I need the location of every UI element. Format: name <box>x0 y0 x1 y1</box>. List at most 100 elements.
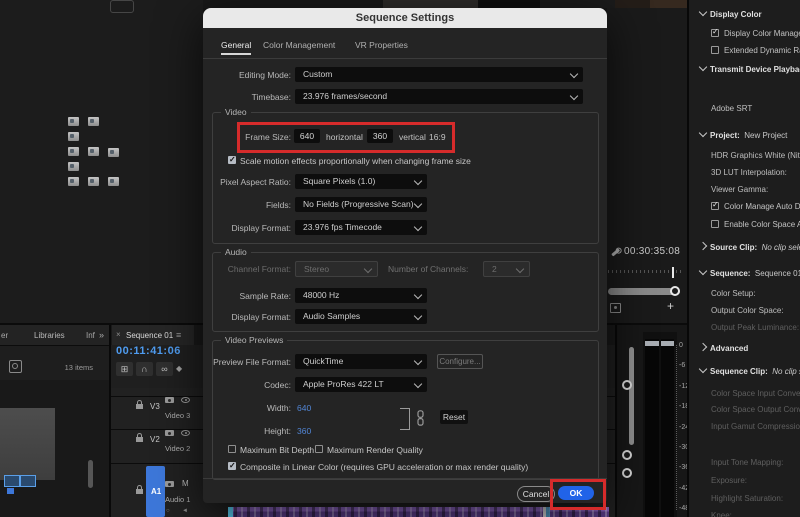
section-value: No clip selected <box>757 243 800 252</box>
unchecked-checkbox[interactable] <box>711 220 719 228</box>
tab-color-management[interactable]: Color Management <box>263 40 335 50</box>
section-label: Display Color <box>710 10 762 19</box>
composite-linear-checkbox[interactable] <box>228 462 236 470</box>
export-frame-icon[interactable] <box>610 303 621 313</box>
nest-toggle-icon[interactable]: ⊞ <box>116 362 133 376</box>
track-mute-button[interactable]: M <box>182 479 189 488</box>
add-button[interactable]: + <box>667 299 674 313</box>
bin-item-icon[interactable] <box>68 147 79 156</box>
codec-dropdown[interactable]: Apple ProRes 422 LT <box>295 377 427 392</box>
panel-close-icon[interactable]: × <box>116 330 121 339</box>
tab-truncated[interactable]: er <box>1 331 8 340</box>
source-patch-icon[interactable] <box>165 481 174 487</box>
track-name[interactable]: Audio 1 <box>165 495 190 504</box>
panel-overflow-chevrons[interactable]: » <box>99 330 104 340</box>
premiere-pro-window: er Libraries Inf » 13 items × Sequence 0… <box>0 0 800 517</box>
panel-menu-icon[interactable]: ≡ <box>176 330 181 340</box>
video-display-format-dropdown[interactable]: 23.976 fps Timecode <box>295 220 427 235</box>
section-value: No clip selected <box>768 367 800 376</box>
section-header-advanced[interactable]: Advanced <box>700 344 748 353</box>
section-header-display-color[interactable]: Display Color <box>700 10 762 19</box>
max-bit-depth-checkbox[interactable] <box>228 445 236 453</box>
unchecked-checkbox[interactable] <box>711 46 719 54</box>
track-visibility-icon[interactable] <box>181 430 190 436</box>
bin-item-icon[interactable] <box>108 177 119 186</box>
track-name[interactable]: Video 3 <box>165 411 190 420</box>
timebase-value: 23.976 frames/second <box>303 91 387 101</box>
track-id[interactable]: V2 <box>150 435 160 444</box>
preview-file-format-dropdown[interactable]: QuickTime <box>295 354 427 369</box>
track-lock-icon[interactable] <box>136 489 143 494</box>
bin-item-icon[interactable] <box>88 117 99 126</box>
width-value[interactable]: 640 <box>297 403 311 413</box>
audio-display-format-dropdown[interactable]: Audio Samples <box>295 309 427 324</box>
filter-bin-icon[interactable] <box>9 360 22 373</box>
section-header-project[interactable]: Project: New Project <box>700 131 787 140</box>
track-lock-icon[interactable] <box>136 404 143 409</box>
scrollbar[interactable] <box>88 460 93 488</box>
section-header-source-clip[interactable]: Source Clip: No clip selected <box>700 243 800 252</box>
bin-item-icon[interactable] <box>108 148 119 157</box>
section-header-sequence[interactable]: Sequence: Sequence 01 <box>700 269 800 278</box>
source-patch-icon[interactable] <box>165 430 174 436</box>
tab-libraries[interactable]: Libraries <box>34 331 65 340</box>
zoom-scrollbar-handle[interactable] <box>670 286 680 296</box>
link-toggle-icon[interactable] <box>416 410 425 426</box>
program-timecode[interactable]: 00:30:35:08 <box>624 246 680 257</box>
composite-linear-label: Composite in Linear Color (requires GPU … <box>240 462 528 472</box>
checked-checkbox[interactable] <box>711 202 719 210</box>
snap-icon[interactable]: ∩ <box>136 362 153 376</box>
sample-rate-dropdown[interactable]: 48000 Hz <box>295 288 427 303</box>
selected-item-badge <box>7 488 14 494</box>
video-group-label: Video <box>221 107 251 117</box>
divider <box>0 345 110 346</box>
settings-wrench-icon[interactable] <box>611 248 620 256</box>
tab-info[interactable]: Inf <box>86 331 95 340</box>
setting-checkbox-row[interactable]: Enable Color Space Aware <box>711 219 800 229</box>
track-id[interactable]: V3 <box>150 402 160 411</box>
track-speaker-icon[interactable]: ◄ <box>182 508 188 514</box>
add-marker-icon[interactable]: ◆ <box>176 364 182 373</box>
bin-item-icon[interactable] <box>88 177 99 186</box>
bin-item-icon[interactable] <box>68 117 79 126</box>
selected-sequence-item[interactable] <box>20 475 36 487</box>
playhead-tick[interactable] <box>672 267 674 278</box>
timebase-dropdown[interactable]: 23.976 frames/second <box>295 89 583 104</box>
bin-icon-grid[interactable] <box>0 0 203 325</box>
editing-mode-dropdown[interactable]: Custom <box>295 67 583 82</box>
video-frame-fragment <box>650 0 687 8</box>
bin-item-icon[interactable] <box>68 177 79 186</box>
section-header-sequence-clip[interactable]: Sequence Clip: No clip selected <box>700 367 800 376</box>
track-name[interactable]: Video 2 <box>165 444 190 453</box>
editing-mode-label: Editing Mode: <box>203 70 291 80</box>
setting-checkbox-row[interactable]: Display Color Managemen <box>711 28 800 38</box>
audio-display-format-value: Audio Samples <box>303 311 360 321</box>
fields-dropdown[interactable]: No Fields (Progressive Scan) <box>295 197 427 212</box>
source-patch-icon[interactable] <box>165 397 174 403</box>
chevron-down-icon <box>414 312 422 320</box>
tab-vr-properties[interactable]: VR Properties <box>355 40 408 50</box>
selected-sequence-item[interactable] <box>4 475 20 487</box>
media-thumbnail[interactable] <box>0 408 55 480</box>
reset-button[interactable]: Reset <box>440 410 468 424</box>
sequence-tab-label[interactable]: Sequence 01 <box>126 331 173 340</box>
bin-item-icon[interactable] <box>68 162 79 171</box>
bin-item-icon[interactable] <box>68 132 79 141</box>
max-render-quality-checkbox[interactable] <box>315 445 323 453</box>
track-lock-icon[interactable] <box>136 437 143 442</box>
checked-checkbox[interactable] <box>711 29 719 37</box>
track-visibility-icon[interactable] <box>181 397 190 403</box>
section-header-transmit-device-playback[interactable]: Transmit Device Playback <box>700 65 800 74</box>
bin-item-icon[interactable] <box>88 147 99 156</box>
track-solo-icon[interactable]: ○ <box>166 508 170 514</box>
pixel-aspect-ratio-dropdown[interactable]: Square Pixels (1.0) <box>295 174 427 189</box>
sequence-timecode[interactable]: 00:11:41:06 <box>116 345 181 357</box>
track-id[interactable]: A1 <box>151 487 161 496</box>
height-value[interactable]: 360 <box>297 426 311 436</box>
linked-selection-icon[interactable]: ∞ <box>156 362 173 376</box>
section-value: Sequence 01 <box>750 269 800 278</box>
tab-general[interactable]: General <box>221 40 251 55</box>
setting-checkbox-row[interactable]: Color Manage Auto Detect <box>711 201 800 211</box>
setting-checkbox-row[interactable]: Extended Dynamic Range <box>711 45 800 55</box>
scale-motion-checkbox[interactable] <box>228 156 236 164</box>
